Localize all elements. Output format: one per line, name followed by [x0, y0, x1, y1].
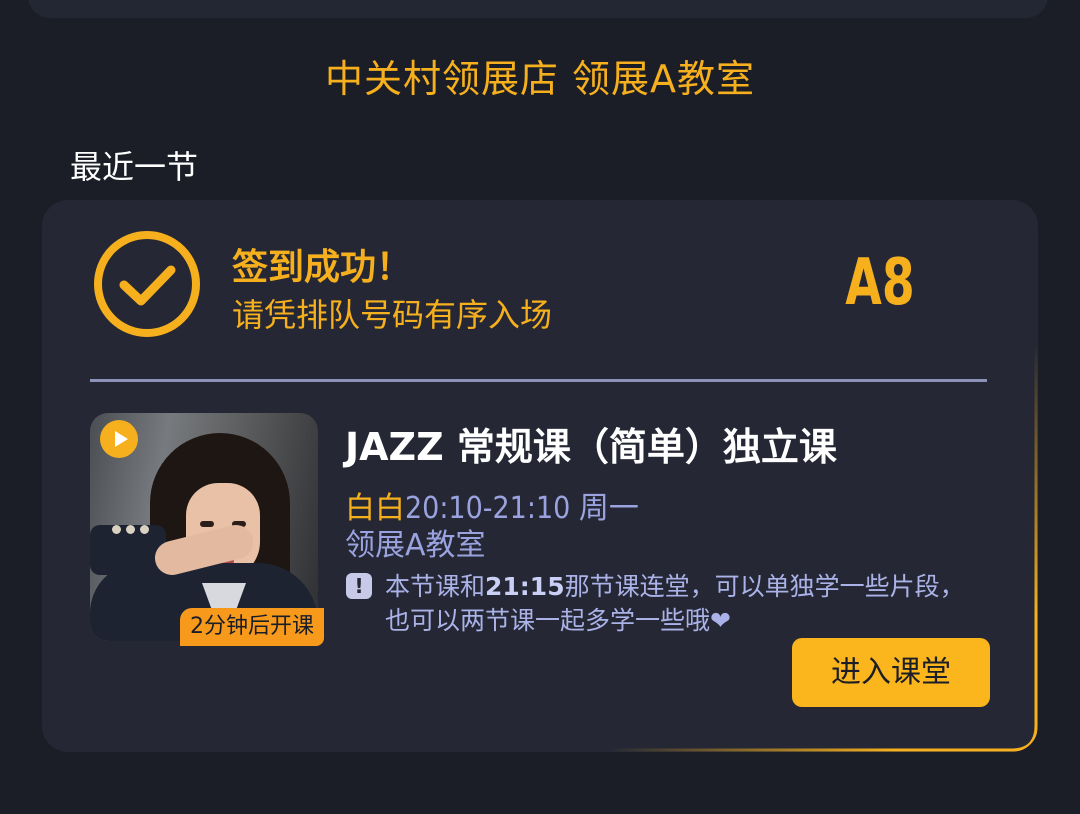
class-notice: 本节课和21:15那节课连堂，可以单独学一些片段，也可以两节课一起多学一些哦❤ — [385, 570, 985, 638]
section-label: 最近一节 — [70, 148, 199, 186]
start-countdown-badge: 2分钟后开课 — [180, 608, 324, 646]
notice-time: 21:15 — [485, 572, 565, 601]
exclamation-icon: ! — [346, 573, 372, 599]
queue-number: A8 — [845, 246, 915, 320]
checkin-status-title: 签到成功！ — [232, 247, 413, 288]
venue-title: 中关村领展店 领展A教室 — [324, 57, 756, 101]
checkin-instruction: 请凭排队号码有序入场 — [232, 296, 553, 334]
divider — [90, 379, 987, 382]
top-card-edge — [28, 0, 1048, 18]
course-title: JAZZ 常规课（简单）独立课 — [345, 425, 837, 469]
classroom-name: 领展A教室 — [345, 528, 486, 563]
enter-classroom-button[interactable]: 进入课堂 — [792, 638, 990, 707]
notice-prefix: 本节课和 — [385, 572, 486, 601]
play-icon[interactable] — [100, 420, 138, 458]
check-circle-icon — [94, 231, 200, 337]
